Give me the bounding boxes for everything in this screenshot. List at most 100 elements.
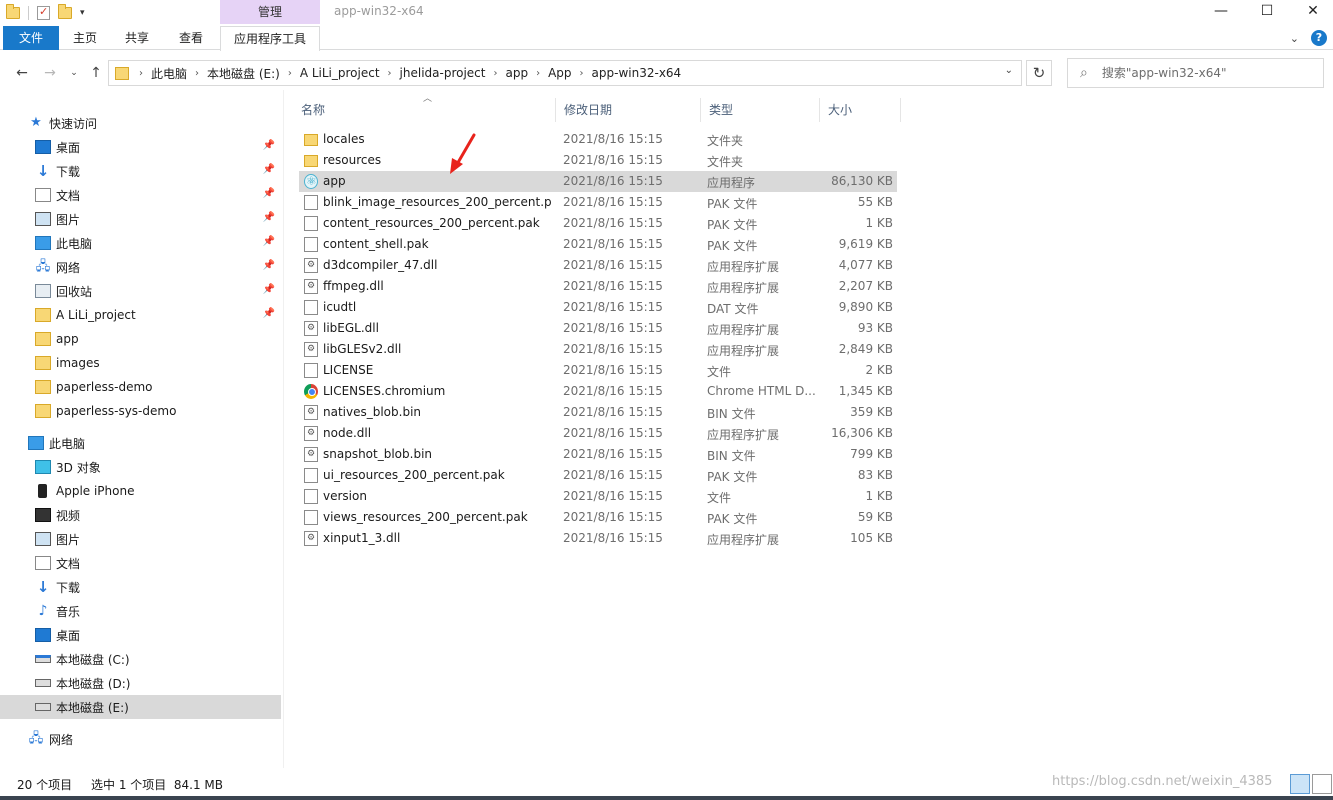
table-row[interactable]: locales 2021/8/16 15:15 文件夹 [299, 129, 897, 150]
sidebar-item-label: app [56, 332, 79, 346]
details-view-button[interactable] [1290, 774, 1310, 794]
forward-arrow-icon[interactable]: → [40, 63, 60, 83]
sidebar-item-music[interactable]: ♪ 音乐 [0, 599, 281, 623]
sidebar-item-desktop-pc[interactable]: 桌面 [0, 623, 281, 647]
breadcrumb-app-win32-x64[interactable]: app-win32-x64 [592, 66, 682, 80]
table-row[interactable]: d3dcompiler_47.dll 2021/8/16 15:15 应用程序扩展 4… [299, 255, 897, 276]
sidebar-item-app[interactable]: app [0, 327, 281, 351]
chevron-right-icon[interactable]: › [536, 68, 540, 79]
column-header-date[interactable]: 修改日期 [556, 98, 701, 122]
breadcrumb-app[interactable]: app [506, 66, 529, 80]
pin-icon[interactable]: 📌 [263, 140, 275, 151]
chevron-right-icon[interactable]: › [288, 68, 292, 79]
sidebar-item-recycle-bin[interactable]: 回收站 📌 [0, 279, 281, 303]
sidebar-item-3d-objects[interactable]: 3D 对象 [0, 455, 281, 479]
tab-home[interactable]: 主页 [62, 26, 108, 50]
search-input[interactable] [1101, 66, 1302, 80]
table-row[interactable]: ffmpeg.dll 2021/8/16 15:15 应用程序扩展 2,207 KB [299, 276, 897, 297]
tab-share[interactable]: 共享 [114, 26, 160, 50]
tab-application-tools[interactable]: 应用程序工具 [220, 26, 320, 51]
sidebar-item-quick-access[interactable]: ★ 快速访问 [0, 111, 281, 135]
tab-view[interactable]: 查看 [168, 26, 214, 50]
table-row[interactable]: content_shell.pak 2021/8/16 15:15 PAK 文件 9,… [299, 234, 897, 255]
chevron-right-icon[interactable]: › [494, 68, 498, 79]
expand-ribbon-icon[interactable]: ⌄ [1290, 32, 1299, 45]
pin-icon[interactable]: 📌 [263, 164, 275, 175]
table-row[interactable]: app 2021/8/16 15:15 应用程序 86,130 KB [299, 171, 897, 192]
table-row[interactable]: xinput1_3.dll 2021/8/16 15:15 应用程序扩展 105 KB [299, 528, 897, 549]
breadcrumb-drive-e[interactable]: 本地磁盘 (E:) [207, 65, 280, 82]
pin-icon[interactable]: 📌 [263, 188, 275, 199]
maximize-button[interactable]: ☐ [1244, 0, 1290, 24]
table-row[interactable]: icudtl 2021/8/16 15:15 DAT 文件 9,890 KB [299, 297, 897, 318]
tab-file[interactable]: 文件 [3, 26, 59, 50]
sidebar-item-paperless-demo[interactable]: paperless-demo [0, 375, 281, 399]
table-row[interactable]: blink_image_resources_200_percent.p... 20… [299, 192, 897, 213]
table-row[interactable]: content_resources_200_percent.pak 2021/8/… [299, 213, 897, 234]
column-header-name[interactable]: 名称 [293, 98, 556, 122]
sidebar-item-this-pc-pinned[interactable]: 此电脑 📌 [0, 231, 281, 255]
sidebar-item-network-pinned[interactable]: 🖧 网络 📌 [0, 255, 281, 279]
sidebar-item-pictures[interactable]: 图片 📌 [0, 207, 281, 231]
pin-icon[interactable]: 📌 [263, 308, 275, 319]
sidebar-item-network[interactable]: 🖧 网络 [0, 727, 281, 751]
sidebar-item-lili-project[interactable]: A LiLi_project 📌 [0, 303, 281, 327]
close-button[interactable]: ✕ [1290, 0, 1333, 24]
sidebar-item-desktop[interactable]: 桌面 📌 [0, 135, 281, 159]
new-folder-icon[interactable] [58, 4, 72, 19]
chevron-right-icon[interactable]: › [388, 68, 392, 79]
refresh-button[interactable]: ↻ [1026, 60, 1052, 86]
sidebar-item-downloads[interactable]: ↓ 下载 📌 [0, 159, 281, 183]
properties-icon[interactable] [37, 5, 50, 20]
pin-icon[interactable]: 📌 [263, 284, 275, 295]
table-row[interactable]: libEGL.dll 2021/8/16 15:15 应用程序扩展 93 KB [299, 318, 897, 339]
address-bar[interactable]: › 此电脑 › 本地磁盘 (E:) › A LiLi_project › jhe… [108, 60, 1022, 86]
sidebar-item-this-pc[interactable]: 此电脑 [0, 431, 281, 455]
chevron-right-icon[interactable]: › [195, 68, 199, 79]
breadcrumb-app-upper[interactable]: App [548, 66, 571, 80]
table-row[interactable]: LICENSE 2021/8/16 15:15 文件 2 KB [299, 360, 897, 381]
pin-icon[interactable]: 📌 [263, 260, 275, 271]
table-row[interactable]: ui_resources_200_percent.pak 2021/8/16 15… [299, 465, 897, 486]
sidebar-item-drive-c[interactable]: 本地磁盘 (C:) [0, 647, 281, 671]
table-row[interactable]: snapshot_blob.bin 2021/8/16 15:15 BIN 文件 79… [299, 444, 897, 465]
table-row[interactable]: resources 2021/8/16 15:15 文件夹 [299, 150, 897, 171]
search-box[interactable]: ⌕ [1067, 58, 1324, 88]
sidebar-item-apple-iphone[interactable]: Apple iPhone [0, 479, 281, 503]
sidebar-item-drive-d[interactable]: 本地磁盘 (D:) [0, 671, 281, 695]
table-row[interactable]: version 2021/8/16 15:15 文件 1 KB [299, 486, 897, 507]
sidebar-item-videos[interactable]: 视频 [0, 503, 281, 527]
sidebar-item-drive-e[interactable]: 本地磁盘 (E:) [0, 695, 281, 719]
folder-icon[interactable] [6, 4, 20, 19]
recycle-bin-icon [35, 284, 51, 298]
sidebar-item-documents[interactable]: 文档 📌 [0, 183, 281, 207]
sidebar-item-documents-pc[interactable]: 文档 [0, 551, 281, 575]
file-name: version [323, 489, 367, 503]
recent-locations-chevron-icon[interactable]: ⌄ [64, 63, 84, 83]
breadcrumb-lili-project[interactable]: A LiLi_project [300, 66, 380, 80]
column-header-size[interactable]: 大小 [820, 98, 901, 122]
chevron-right-icon[interactable]: › [139, 68, 143, 79]
table-row[interactable]: LICENSES.chromium 2021/8/16 15:15 Chrome H… [299, 381, 897, 402]
table-row[interactable]: natives_blob.bin 2021/8/16 15:15 BIN 文件 359… [299, 402, 897, 423]
breadcrumb-this-pc[interactable]: 此电脑 [151, 65, 187, 82]
table-row[interactable]: node.dll 2021/8/16 15:15 应用程序扩展 16,306 KB [299, 423, 897, 444]
chevron-right-icon[interactable]: › [580, 68, 584, 79]
sidebar-item-downloads-pc[interactable]: ↓ 下载 [0, 575, 281, 599]
pin-icon[interactable]: 📌 [263, 236, 275, 247]
help-icon[interactable]: ? [1311, 30, 1327, 46]
column-header-type[interactable]: 类型 [701, 98, 820, 122]
up-arrow-icon[interactable]: ↑ [86, 63, 106, 83]
table-row[interactable]: libGLESv2.dll 2021/8/16 15:15 应用程序扩展 2,849 … [299, 339, 897, 360]
table-row[interactable]: views_resources_200_percent.pak 2021/8/16… [299, 507, 897, 528]
breadcrumb-jhelida-project[interactable]: jhelida-project [400, 66, 486, 80]
sidebar-item-pictures-pc[interactable]: 图片 [0, 527, 281, 551]
back-arrow-icon[interactable]: ← [12, 63, 32, 83]
customize-toolbar-chevron-icon[interactable]: ▾ [80, 8, 85, 18]
large-icons-view-button[interactable] [1312, 774, 1332, 794]
address-history-chevron-icon[interactable]: ⌄ [1005, 65, 1013, 76]
pin-icon[interactable]: 📌 [263, 212, 275, 223]
sidebar-item-paperless-sys-demo[interactable]: paperless-sys-demo [0, 399, 281, 423]
minimize-button[interactable]: — [1198, 0, 1244, 24]
sidebar-item-images[interactable]: images [0, 351, 281, 375]
